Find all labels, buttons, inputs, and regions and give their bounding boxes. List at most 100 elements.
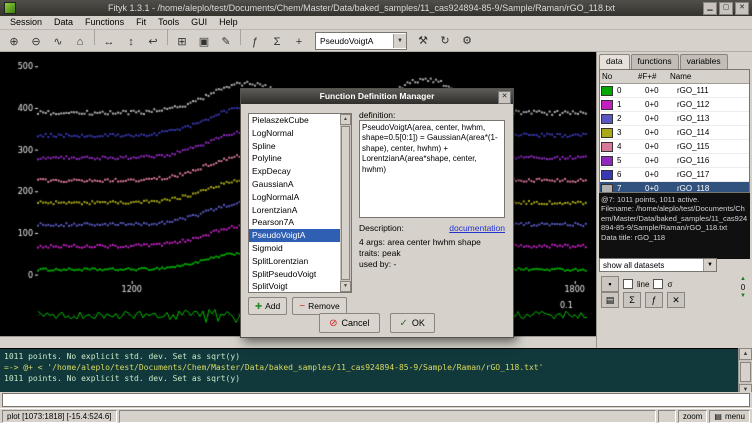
ok-button[interactable]: ✓ OK (390, 313, 435, 333)
functions-button[interactable]: ƒ (645, 292, 663, 308)
function-list-item[interactable]: LogNormalA (249, 191, 340, 204)
function-list-item[interactable]: Polyline (249, 152, 340, 165)
function-list-item[interactable]: GaussianA (249, 178, 340, 191)
toolbar-separator (167, 29, 168, 45)
app-icon (4, 2, 16, 14)
sidebar-tab[interactable]: functions (631, 54, 679, 69)
chevron-down-icon: ▼ (393, 34, 406, 48)
function-list-item[interactable]: LogNormal (249, 127, 340, 140)
peak-mode-icon[interactable]: ∿ (47, 32, 69, 52)
show-all-datasets-select[interactable]: show all datasets ▼ (599, 258, 717, 272)
scroll-up-icon[interactable]: ▲ (739, 348, 752, 360)
status-coordinates: plot [1073:1818] [-15.4:524.6] (2, 410, 117, 423)
menu-item[interactable]: Functions (79, 16, 130, 29)
rGO_116[interactable]: 5 0+0 rGO_116 (600, 154, 749, 168)
sum-button[interactable]: Σ (623, 292, 641, 308)
cancel-icon: ⊘ (329, 318, 337, 329)
function-list-item[interactable]: LorentzianA (249, 204, 340, 217)
menu-item[interactable]: Data (48, 16, 79, 29)
function-list-item[interactable]: Spline (249, 140, 340, 153)
menu-item[interactable]: Session (4, 16, 48, 29)
previous-zoom-icon[interactable]: ↩ (142, 32, 164, 52)
command-input[interactable] (2, 393, 750, 407)
dialog-close-icon[interactable]: ✕ (498, 91, 511, 104)
fit-icon[interactable]: ⚒ (412, 31, 434, 51)
toolbar-left-group: ⊕⊖∿⌂ ↔↕↩ ⊞▣✎ ƒΣ+ (3, 29, 310, 52)
menu-item[interactable]: Help (213, 16, 244, 29)
sidebar: datafunctionsvariables No #F+# Name 0 0+… (596, 52, 752, 348)
function-list-item[interactable]: PseudoVoigtA (249, 229, 340, 242)
define-function-icon[interactable]: ƒ (244, 32, 266, 52)
rGO_112[interactable]: 1 0+0 rGO_112 (600, 98, 749, 112)
scroll-thumb[interactable] (740, 362, 751, 382)
log-icon[interactable]: ✎ (215, 32, 237, 52)
spin-up-icon[interactable]: ▲ (736, 276, 750, 283)
dataset-color-swatch (601, 184, 613, 194)
function-type-select[interactable]: PseudoVoigtA ▼ (315, 32, 407, 50)
rGO_114[interactable]: 3 0+0 rGO_114 (600, 126, 749, 140)
show-sum-icon[interactable]: Σ (266, 32, 288, 52)
auto-add-icon[interactable]: + (288, 32, 310, 52)
rGO_117[interactable]: 6 0+0 rGO_117 (600, 168, 749, 182)
zoom-out-icon[interactable]: ⊖ (25, 32, 47, 52)
line-checkbox[interactable] (623, 279, 633, 289)
chevron-down-icon: ▼ (703, 259, 716, 271)
function-list-item[interactable]: SplitVoigt (249, 280, 340, 293)
function-info-line: traits: peak (359, 248, 505, 259)
toolbar: ⊕⊖∿⌂ ↔↕↩ ⊞▣✎ ƒΣ+ PseudoVoigtA ▼ ⚒↻⚙ (0, 30, 752, 52)
open-file-icon[interactable]: ⊞ (171, 32, 193, 52)
ok-icon: ✓ (400, 318, 408, 329)
function-info-line: 4 args: area center hwhm shape (359, 237, 505, 248)
minimize-button[interactable]: ▁ (703, 2, 717, 15)
dataset-list-button[interactable]: ▤ (601, 292, 619, 308)
menu-item[interactable]: Fit (130, 16, 152, 29)
dataset-color-swatch (601, 114, 613, 124)
toolbar-separator (94, 29, 95, 45)
maximize-button[interactable]: ▢ (719, 2, 733, 15)
settings-icon[interactable]: ⚙ (456, 31, 478, 51)
function-list-item[interactable]: Sigmoid (249, 242, 340, 255)
function-list-item[interactable]: PielaszekCube (249, 114, 340, 127)
status-menu[interactable]: ▤ menu (709, 410, 750, 423)
col-header-no: No (600, 72, 636, 81)
function-list-item[interactable]: SplitPseudoVoigt (249, 268, 340, 281)
scroll-up-icon[interactable]: ▲ (340, 114, 351, 125)
status-zoom[interactable]: zoom (678, 410, 708, 423)
dataset-rows: 0 0+0 rGO_111 1 0+0 rGO_112 2 (600, 84, 749, 193)
rGO_113[interactable]: 2 0+0 rGO_113 (600, 112, 749, 126)
scroll-down-icon[interactable]: ▼ (340, 281, 351, 292)
dialog-title-bar[interactable]: Function Definition Manager ✕ (241, 89, 513, 104)
sigma-checkbox[interactable] (653, 279, 663, 289)
function-info: 4 args: area center hwhm shapetraits: pe… (359, 237, 505, 270)
documentation-link[interactable]: documentation (449, 223, 505, 233)
rGO_118[interactable]: 7 0+0 rGO_118 (600, 182, 749, 193)
shift-spinner[interactable]: ▲ 0 ▼ (736, 276, 750, 300)
scroll-thumb[interactable] (341, 126, 350, 280)
zoom-horizontal-icon[interactable]: ↔ (98, 32, 120, 52)
save-session-icon[interactable]: ▣ (193, 32, 215, 52)
undo-fit-icon[interactable]: ↻ (434, 31, 456, 51)
rGO_111[interactable]: 0 0+0 rGO_111 (600, 84, 749, 98)
spin-down-icon[interactable]: ▼ (736, 293, 750, 300)
menu-bar: SessionDataFunctionsFitToolsGUIHelp (0, 16, 752, 30)
title-bar[interactable]: Fityk 1.3.1 - /home/aleplo/test/Document… (0, 0, 752, 16)
rGO_115[interactable]: 4 0+0 rGO_115 (600, 140, 749, 154)
zoom-in-icon[interactable]: ⊕ (3, 32, 25, 52)
cancel-button[interactable]: ⊘ Cancel (319, 313, 379, 333)
sidebar-tab[interactable]: data (599, 54, 630, 69)
function-list-item[interactable]: ExpDecay (249, 165, 340, 178)
function-list[interactable]: PielaszekCubeLogNormalSplinePolylineExpD… (248, 113, 352, 293)
close-button[interactable]: ✕ (735, 2, 749, 15)
sidebar-tab[interactable]: variables (680, 54, 728, 69)
definition-textarea[interactable]: PseudoVoigtA(area, center, hwhm, shape=0… (359, 120, 505, 218)
function-list-item[interactable]: Pearson7A (249, 216, 340, 229)
console-scrollbar[interactable]: ▲ ▼ (738, 348, 752, 392)
zoom-vertical-icon[interactable]: ↕ (120, 32, 142, 52)
function-list-item[interactable]: SplitLorentzian (249, 255, 340, 268)
delete-dataset-button[interactable]: ✕ (667, 292, 685, 308)
function-list-scrollbar[interactable]: ▲ ▼ (340, 114, 351, 292)
menu-item[interactable]: GUI (185, 16, 213, 29)
menu-item[interactable]: Tools (152, 16, 185, 29)
point-style-button[interactable]: ▪ (601, 276, 619, 292)
zoom-all-icon[interactable]: ⌂ (69, 32, 91, 52)
